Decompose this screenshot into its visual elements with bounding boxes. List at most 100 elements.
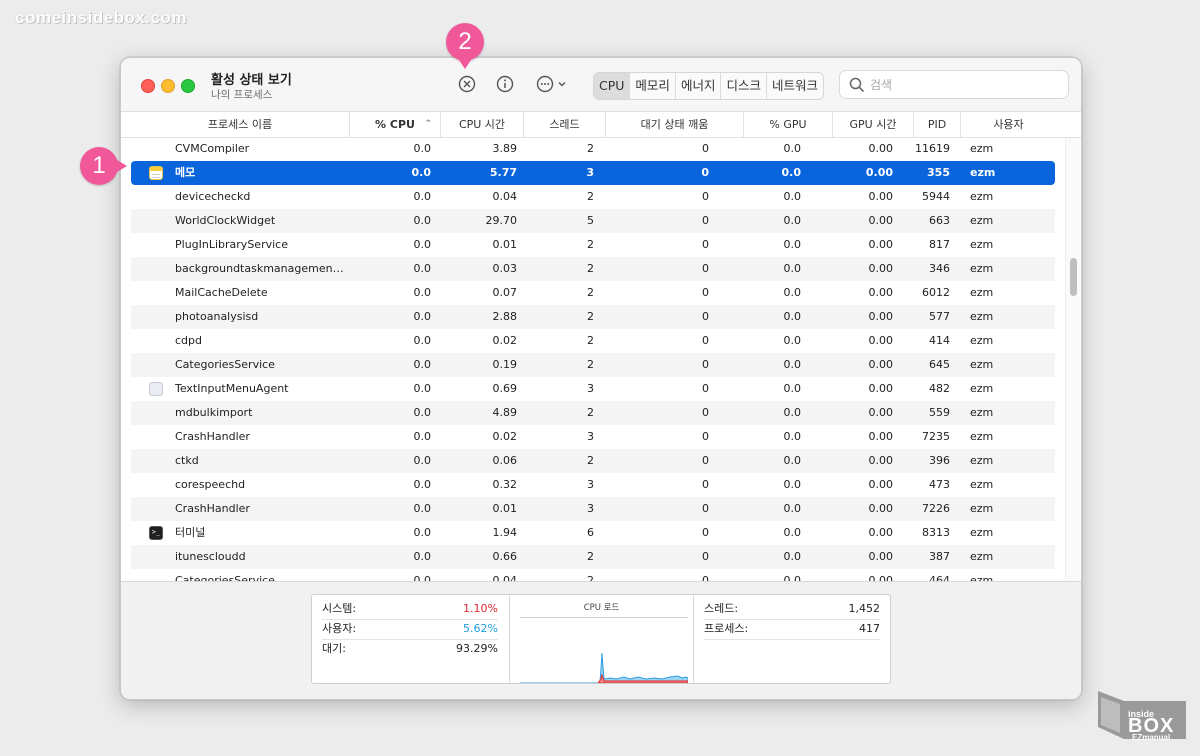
tab-memory[interactable]: 메모리 bbox=[629, 73, 675, 99]
column-cpu-percent[interactable]: % CPU ⌃ bbox=[349, 112, 440, 137]
cpu-time-cell: 0.01 bbox=[492, 238, 518, 251]
table-row[interactable]: photoanalysisd 0.0 2.88 2 0 0.0 0.00 577 ezm bbox=[131, 305, 1055, 329]
pid-cell: 7226 bbox=[922, 502, 950, 515]
table-row[interactable]: cdpd 0.0 0.02 2 0 0.0 0.00 414 ezm bbox=[131, 329, 1055, 353]
divider bbox=[704, 639, 880, 640]
vertical-scrollbar[interactable] bbox=[1065, 138, 1080, 581]
stop-process-icon[interactable] bbox=[457, 74, 477, 94]
gpu-time-cell: 0.00 bbox=[868, 502, 894, 515]
gpu-percent-cell: 0.0 bbox=[783, 142, 802, 155]
table-row[interactable]: CrashHandler 0.0 0.02 3 0 0.0 0.00 7235 ezm bbox=[131, 425, 1055, 449]
column-user[interactable]: 사용자 bbox=[960, 112, 1056, 137]
gpu-percent-cell: 0.0 bbox=[783, 454, 802, 467]
cpu-load-title: CPU 로드 bbox=[583, 603, 620, 613]
site-watermark: comeinsidebox.com bbox=[15, 8, 187, 27]
process-name-cell: PlugInLibraryService bbox=[175, 238, 288, 251]
scroll-thumb[interactable] bbox=[1070, 258, 1077, 296]
table-row[interactable]: mdbulkimport 0.0 4.89 2 0 0.0 0.00 559 ezm bbox=[131, 401, 1055, 425]
idle-wakeups-cell: 0 bbox=[702, 406, 709, 419]
cpu-percent-cell: 0.0 bbox=[413, 430, 432, 443]
pid-cell: 414 bbox=[929, 334, 950, 347]
table-row[interactable]: CVMCompiler 0.0 3.89 2 0 0.0 0.00 11619 ezm bbox=[131, 138, 1055, 161]
user-cell: ezm bbox=[970, 406, 994, 419]
gpu-percent-cell: 0.0 bbox=[783, 190, 802, 203]
table-row-selected[interactable]: 메모 0.0 5.77 3 0 0.0 0.00 355 ezm bbox=[131, 161, 1055, 185]
gpu-time-cell: 0.00 bbox=[868, 190, 894, 203]
table-row[interactable]: MailCacheDelete 0.0 0.07 2 0 0.0 0.00 6012 ezm bbox=[131, 281, 1055, 305]
zoom-window-button[interactable] bbox=[181, 79, 195, 93]
user-cell: ezm bbox=[970, 334, 994, 347]
window-title: 활성 상태 보기 bbox=[211, 73, 292, 88]
gpu-percent-cell: 0.0 bbox=[783, 526, 802, 539]
idle-wakeups-cell: 0 bbox=[702, 262, 709, 275]
user-cell: ezm bbox=[970, 238, 994, 251]
tab-energy[interactable]: 에너지 bbox=[674, 73, 721, 99]
cpu-percent-cell: 0.0 bbox=[413, 478, 432, 491]
gpu-time-cell: 0.00 bbox=[868, 574, 894, 581]
gpu-time-cell: 0.00 bbox=[868, 334, 894, 347]
gpu-percent-cell: 0.0 bbox=[783, 550, 802, 563]
column-process-name[interactable]: 프로세스 이름 bbox=[131, 112, 349, 137]
threads-label: 스레드: bbox=[704, 602, 739, 615]
thread-count-cell: 6 bbox=[587, 526, 594, 539]
more-options-icon[interactable] bbox=[535, 74, 569, 94]
gpu-percent-cell: 0.0 bbox=[783, 574, 802, 581]
table-row[interactable]: PlugInLibraryService 0.0 0.01 2 0 0.0 0.00 817 e… bbox=[131, 233, 1055, 257]
table-row[interactable]: CrashHandler 0.0 0.01 3 0 0.0 0.00 7226 ezm bbox=[131, 497, 1055, 521]
cpu-time-cell: 0.69 bbox=[492, 382, 518, 395]
table-row[interactable]: devicecheckd 0.0 0.04 2 0 0.0 0.00 5944 ezm bbox=[131, 185, 1055, 209]
user-label: 사용자: bbox=[322, 622, 357, 635]
minimize-window-button[interactable] bbox=[161, 79, 175, 93]
column-idle-wakeups[interactable]: 대기 상태 깨움 bbox=[605, 112, 743, 137]
tab-cpu[interactable]: CPU bbox=[594, 73, 630, 99]
column-gpu-time[interactable]: GPU 시간 bbox=[832, 112, 913, 137]
table-row[interactable]: CategoriesService 0.0 0.04 2 0 0.0 0.00 464 ezm bbox=[131, 569, 1055, 581]
table-row[interactable]: >_ 터미널 0.0 1.94 6 0 0.0 0.00 8313 ezm bbox=[131, 521, 1055, 545]
cpu-percent-cell: 0.0 bbox=[411, 166, 432, 179]
table-row[interactable]: TextInputMenuAgent 0.0 0.69 3 0 0.0 0.00 482 ezm bbox=[131, 377, 1055, 401]
user-cell: ezm bbox=[970, 478, 994, 491]
cpu-time-cell: 0.03 bbox=[492, 262, 518, 275]
process-name-cell: WorldClockWidget bbox=[175, 214, 276, 227]
table-row[interactable]: WorldClockWidget 0.0 29.70 5 0 0.0 0.00 663 ezm bbox=[131, 209, 1055, 233]
tab-disk[interactable]: 디스크 bbox=[720, 73, 766, 99]
process-name-cell: CategoriesService bbox=[175, 574, 275, 581]
info-icon[interactable] bbox=[495, 74, 515, 94]
column-pid[interactable]: PID bbox=[913, 112, 960, 137]
cpu-time-cell: 0.04 bbox=[492, 574, 518, 581]
table-row[interactable]: backgroundtaskmanagement… 0.0 0.03 2 0 0.0 0.0… bbox=[131, 257, 1055, 281]
gpu-time-cell: 0.00 bbox=[868, 262, 894, 275]
cpu-time-cell: 2.88 bbox=[492, 310, 518, 323]
column-cpu-time[interactable]: CPU 시간 bbox=[440, 112, 523, 137]
cpu-usage-panel: 시스템: 1.10% 사용자: 5.62% 대기: 93.29% bbox=[312, 595, 510, 683]
column-threads[interactable]: 스레드 bbox=[523, 112, 605, 137]
table-row[interactable]: corespeechd 0.0 0.32 3 0 0.0 0.00 473 ezm bbox=[131, 473, 1055, 497]
table-row[interactable]: CategoriesService 0.0 0.19 2 0 0.0 0.00 645 ezm bbox=[131, 353, 1055, 377]
table-row[interactable]: ctkd 0.0 0.06 2 0 0.0 0.00 396 ezm bbox=[131, 449, 1055, 473]
gpu-time-cell: 0.00 bbox=[868, 142, 894, 155]
user-cell: ezm bbox=[970, 550, 994, 563]
column-gpu-percent[interactable]: % GPU bbox=[743, 112, 832, 137]
cpu-time-cell: 0.01 bbox=[492, 502, 518, 515]
close-window-button[interactable] bbox=[141, 79, 155, 93]
tab-network[interactable]: 네트워크 bbox=[765, 73, 823, 99]
pid-cell: 645 bbox=[929, 358, 950, 371]
table-row[interactable]: itunescloudd 0.0 0.66 2 0 0.0 0.00 387 ezm bbox=[131, 545, 1055, 569]
idle-wakeups-cell: 0 bbox=[702, 190, 709, 203]
idle-wakeups-cell: 0 bbox=[702, 430, 709, 443]
gpu-percent-cell: 0.0 bbox=[783, 214, 802, 227]
pid-cell: 577 bbox=[929, 310, 950, 323]
cpu-time-cell: 0.02 bbox=[492, 430, 518, 443]
logo-bottom-text: EZmanual bbox=[1132, 733, 1171, 742]
search-icon bbox=[849, 77, 865, 93]
process-name-cell: CrashHandler bbox=[175, 502, 250, 515]
cpu-percent-cell: 0.0 bbox=[413, 262, 432, 275]
idle-row: 대기: 93.29% bbox=[322, 639, 498, 659]
thread-count-cell: 2 bbox=[587, 262, 594, 275]
user-cell: ezm bbox=[970, 310, 994, 323]
cpu-percent-cell: 0.0 bbox=[413, 358, 432, 371]
search-input[interactable] bbox=[868, 75, 1062, 95]
annotation-pointer-1 bbox=[117, 160, 127, 172]
pid-cell: 355 bbox=[927, 166, 950, 179]
gpu-time-cell: 0.00 bbox=[868, 478, 894, 491]
